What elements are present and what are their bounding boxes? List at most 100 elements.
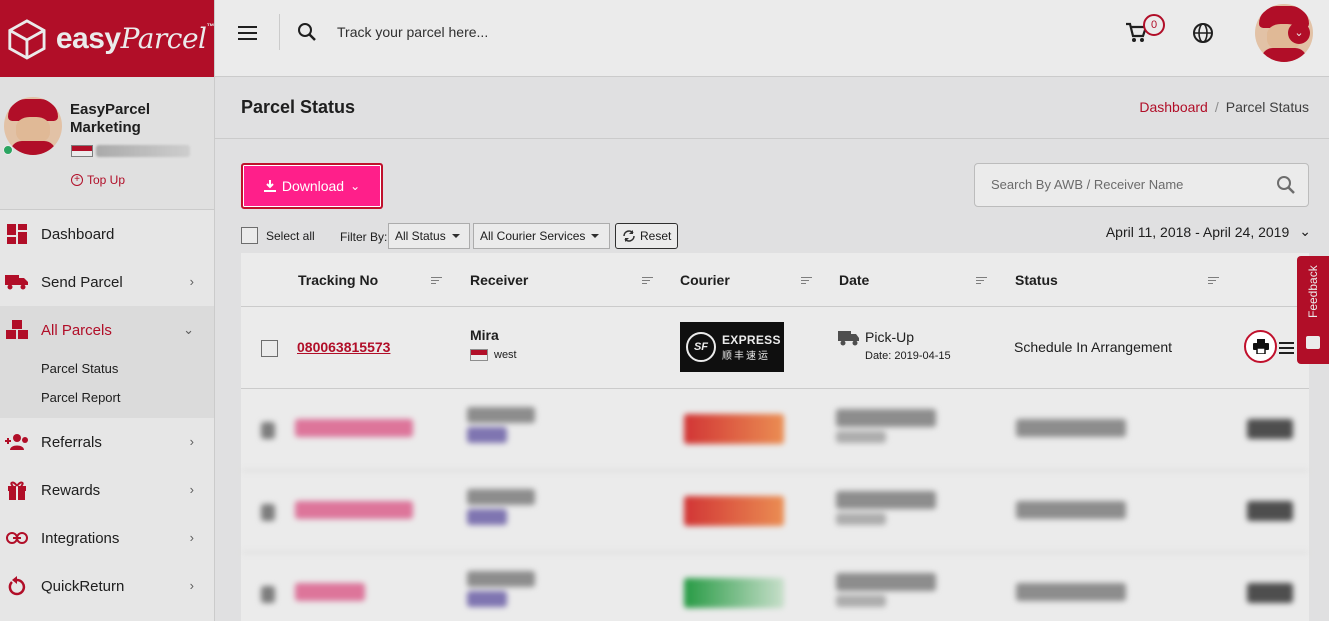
sidebar-submenu: Parcel Status Parcel Report (0, 354, 214, 418)
sort-icon[interactable] (976, 277, 987, 286)
receiver-area: west (494, 349, 517, 361)
awb-search-box (974, 163, 1309, 207)
online-status-icon (3, 145, 13, 155)
smile-icon (1306, 336, 1320, 349)
sidebar-item-integrations[interactable]: Integrations › (0, 514, 214, 562)
sidebar-nav: Dashboard Send Parcel › All Parcels ⌄ Pa… (0, 210, 214, 610)
sidebar-item-label: Send Parcel (41, 273, 123, 291)
sidebar-item-all-parcels[interactable]: All Parcels ⌄ (0, 306, 214, 354)
tracking-number-link[interactable]: 080063815573 (297, 339, 390, 355)
sidebar-item-dashboard[interactable]: Dashboard (0, 210, 214, 258)
sort-icon[interactable] (801, 277, 812, 286)
feedback-label: Feedback (1306, 265, 1320, 318)
brand-logo: easyParcel™ (55, 21, 215, 55)
sidebar-item-send-parcel[interactable]: Send Parcel › (0, 258, 214, 306)
chevron-right-icon: › (189, 530, 194, 545)
sf-express-logo: SF EXPRESS 顺丰速运 (680, 322, 784, 372)
print-button[interactable] (1244, 330, 1277, 363)
sidebar-item-label: Dashboard (41, 225, 115, 243)
table-row-redacted (241, 553, 1309, 621)
chevron-right-icon: › (189, 578, 194, 593)
select-all-checkbox[interactable] (241, 227, 258, 244)
gift-icon (4, 480, 30, 500)
courier-filter-value: All Courier Services (480, 229, 586, 243)
courier-logo-cn: 顺丰速运 (722, 350, 770, 362)
sort-icon[interactable] (642, 277, 653, 286)
breadcrumb-dashboard-link[interactable]: Dashboard (1139, 99, 1208, 115)
sidebar-item-label: All Parcels (41, 321, 112, 339)
table-header: Tracking No Receiver Courier Date Status (241, 253, 1309, 307)
feedback-tab[interactable]: Feedback (1297, 256, 1329, 364)
track-parcel-input[interactable]: Track your parcel here... (337, 24, 488, 40)
sort-icon[interactable] (1208, 277, 1219, 286)
logo-box-icon (8, 18, 46, 60)
breadcrumb: Dashboard / Parcel Status (1139, 99, 1309, 115)
filter-label: Filter By: (340, 230, 388, 244)
globe-icon[interactable] (1192, 22, 1214, 44)
select-all-label: Select all (266, 228, 315, 243)
caret-down-icon (451, 234, 460, 238)
row-menu-icon[interactable] (1279, 342, 1294, 357)
menu-icon[interactable] (238, 26, 257, 44)
breadcrumb-current: Parcel Status (1225, 99, 1309, 115)
avatar[interactable] (4, 97, 62, 155)
sf-logo-mark: SF (686, 332, 716, 362)
sidebar-item-label: Referrals (41, 433, 102, 451)
malaysia-flag-icon (71, 145, 93, 157)
status-filter-dropdown[interactable]: All Status (388, 223, 470, 249)
sort-icon[interactable] (431, 277, 442, 286)
status-badge: Schedule In Arrangement (1014, 339, 1172, 355)
sidebar-item-rewards[interactable]: Rewards › (0, 466, 214, 514)
brand-header[interactable]: easyParcel™ (0, 0, 214, 77)
column-header-tracking[interactable]: Tracking No (298, 272, 378, 288)
download-button[interactable]: Download ⌄ (241, 163, 383, 209)
topup-link[interactable]: + Top Up (71, 173, 125, 187)
download-icon (263, 180, 276, 192)
plus-icon: + (71, 174, 83, 186)
truck-icon (838, 331, 859, 346)
main-content: Parcel Status Dashboard / Parcel Status Se… (215, 77, 1329, 621)
column-header-courier[interactable]: Courier (680, 272, 730, 288)
redacted-balance (96, 145, 190, 157)
receiver-name: Mira (470, 327, 499, 343)
column-header-date[interactable]: Date (839, 272, 869, 288)
sidebar-item-referrals[interactable]: Referrals › (0, 418, 214, 466)
search-icon[interactable] (1276, 175, 1296, 195)
courier-logo-text: EXPRESS (722, 332, 781, 347)
chevron-down-icon[interactable]: ⌄ (1288, 22, 1310, 44)
table-row-redacted (241, 389, 1309, 471)
chevron-right-icon: › (189, 482, 194, 497)
table-row-redacted (241, 471, 1309, 553)
boxes-icon (4, 320, 30, 340)
download-label: Download (281, 178, 345, 194)
column-header-status[interactable]: Status (1015, 272, 1058, 288)
date-range-picker[interactable]: April 11, 2018 - April 24, 2019 ⌄ (1106, 223, 1311, 240)
return-icon (4, 576, 30, 596)
row-checkbox[interactable] (261, 340, 278, 357)
courier-filter-dropdown[interactable]: All Courier Services (473, 223, 610, 249)
link-icon (4, 528, 30, 548)
reset-button[interactable]: Reset (615, 223, 679, 249)
truck-icon (4, 272, 30, 292)
select-all[interactable]: Select all (241, 227, 315, 244)
chevron-down-icon: ⌄ (350, 179, 361, 193)
sidebar: easyParcel™ EasyParcel Marketing + Top U… (0, 0, 215, 621)
reset-label: Reset (640, 229, 672, 243)
sidebar-subitem-parcel-status[interactable]: Parcel Status (0, 354, 214, 383)
profile-name: EasyParcel Marketing (70, 101, 151, 136)
printer-icon (1252, 339, 1269, 354)
date-type: Pick-Up (865, 329, 915, 345)
sidebar-item-quickreturn[interactable]: QuickReturn › (0, 562, 214, 610)
awb-search-input[interactable] (991, 164, 1271, 204)
chevron-right-icon: › (189, 434, 194, 449)
parcel-table: Tracking No Receiver Courier Date Status… (241, 253, 1309, 621)
sidebar-item-label: Integrations (41, 529, 120, 547)
search-icon[interactable] (297, 22, 317, 42)
column-header-receiver[interactable]: Receiver (470, 272, 528, 288)
date-range-value: April 11, 2018 - April 24, 2019 (1105, 223, 1290, 240)
sidebar-subitem-parcel-report[interactable]: Parcel Report (0, 383, 214, 412)
chevron-down-icon: ⌄ (183, 322, 194, 337)
dashboard-icon (4, 224, 30, 244)
divider (279, 14, 280, 50)
page-title: Parcel Status (241, 97, 356, 117)
